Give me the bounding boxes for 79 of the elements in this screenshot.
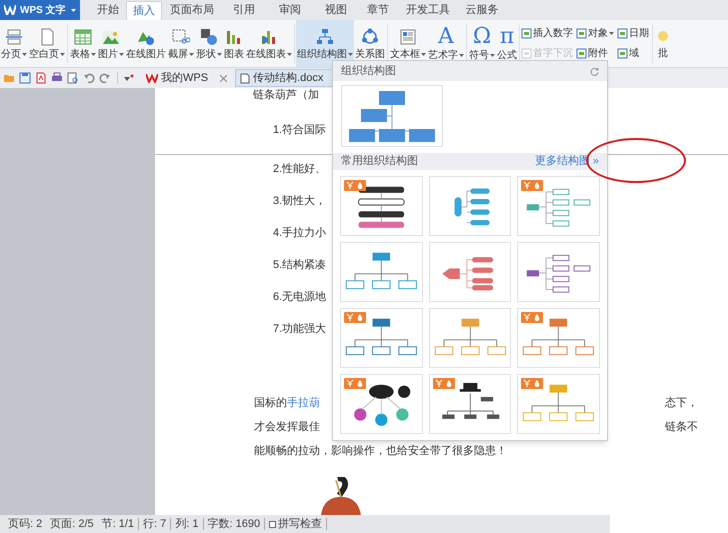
print-button[interactable] xyxy=(51,72,63,84)
logo-icon xyxy=(146,73,158,83)
logo-icon xyxy=(4,5,16,15)
status-text: 行: 7 xyxy=(142,516,168,532)
status-text: 字数: 1690 xyxy=(206,516,262,532)
ribbon-button[interactable]: 在线图表 xyxy=(245,20,293,67)
paragraph-text: 链条不 xyxy=(665,420,698,435)
ribbon-button[interactable]: 形状 xyxy=(195,20,223,67)
paragraph-text: 态下， xyxy=(665,396,698,411)
ribbon-button[interactable]: 图表 xyxy=(223,20,245,67)
ribbon-button[interactable]: 空白页 xyxy=(28,20,66,67)
spell-check-toggle[interactable]: 拼写检查 xyxy=(265,516,326,532)
redo-button[interactable] xyxy=(99,72,111,84)
ribbon-button[interactable]: 在线图片 xyxy=(125,20,167,67)
symbol-icon: Ω xyxy=(472,26,492,46)
menu-tab[interactable]: 引用 xyxy=(222,1,266,20)
document-icon xyxy=(240,72,250,84)
circle-nodes-icon xyxy=(361,28,379,46)
menu-tab[interactable]: 审阅 xyxy=(266,1,314,20)
shapes-icon xyxy=(200,28,218,46)
ribbon-button[interactable]: Ω 符号 xyxy=(468,20,496,67)
status-text: 节: 1/1 xyxy=(100,516,136,532)
ribbon-small-button[interactable]: 对象 xyxy=(576,26,614,42)
save-button[interactable] xyxy=(19,72,31,84)
status-text: 页码: 2 xyxy=(7,516,44,532)
ribbon-button[interactable]: 表格 xyxy=(69,20,97,67)
document-icon xyxy=(617,28,628,40)
menu-tab[interactable]: 开始 xyxy=(90,1,126,20)
close-button[interactable] xyxy=(220,74,228,82)
refresh-button[interactable] xyxy=(590,66,599,76)
list-item: 2.性能好、 xyxy=(273,162,326,177)
menu-tab[interactable]: 章节 xyxy=(358,1,398,20)
ribbon-button[interactable]: 图片 xyxy=(97,20,125,67)
section-title: 常用组织结构图 xyxy=(341,154,418,170)
document-icon xyxy=(617,48,628,59)
table-icon xyxy=(74,28,92,46)
ribbon-button[interactable]: A 艺术字 xyxy=(427,20,465,67)
list-item: 3.韧性大， xyxy=(273,194,326,209)
ribbon-button[interactable]: 截屏 xyxy=(167,20,195,67)
menu-tab[interactable]: 云服务 xyxy=(458,1,506,20)
pdf-button[interactable] xyxy=(35,72,47,84)
undo-button[interactable] xyxy=(83,72,95,84)
org-chart-icon xyxy=(316,28,334,46)
screenshot-icon xyxy=(172,28,190,46)
ribbon-button[interactable]: π 公式 xyxy=(496,20,518,67)
list-item: 5.结构紧凑 xyxy=(273,258,326,273)
text-link[interactable]: 手拉葫 xyxy=(287,394,320,411)
menu-tab[interactable]: 页面布局 xyxy=(162,1,222,20)
ribbon-button[interactable]: 批 xyxy=(656,20,670,67)
paragraph-text: 能顺畅的拉动，影响操作，也给安全带了很多隐患！ xyxy=(254,444,507,459)
page-break-icon xyxy=(5,28,23,46)
list-item: 6.无电源地 xyxy=(273,290,326,305)
symbol-icon: π xyxy=(500,26,514,46)
document-icon xyxy=(576,28,587,40)
menu-tab[interactable]: 插入 xyxy=(126,1,162,20)
ribbon-button[interactable]: 分页 xyxy=(0,20,28,67)
customize-button[interactable] xyxy=(124,74,134,82)
status-text: 页面: 2/5 xyxy=(49,516,95,532)
document-icon xyxy=(521,28,532,40)
paragraph-text: 国标的 xyxy=(254,396,287,411)
symbol-icon: A xyxy=(438,26,454,46)
app-menu-button[interactable]: WPS 文字 xyxy=(0,0,80,20)
paragraph-text: 才会发挥最佳 xyxy=(254,420,320,435)
menu-tab[interactable]: 开发工具 xyxy=(398,1,458,20)
ribbon-small-button[interactable]: 域 xyxy=(617,46,649,61)
status-text: 列: 1 xyxy=(174,516,200,532)
print-preview-button[interactable] xyxy=(67,72,79,84)
text-box-icon xyxy=(399,28,417,46)
folder-button[interactable] xyxy=(3,72,15,84)
ribbon-small-button[interactable]: 日期 xyxy=(617,26,649,42)
document-text: 链条葫芦（加 xyxy=(253,88,319,102)
caret-icon xyxy=(71,8,76,12)
menu-tab[interactable]: 视图 xyxy=(314,1,358,20)
list-item: 4.手拉力小 xyxy=(273,226,326,241)
list-item: 1.符合国际 xyxy=(273,123,326,138)
document-tab[interactable]: 我的WPS xyxy=(142,69,212,87)
ribbon-small-button[interactable]: 插入数字 xyxy=(521,26,573,42)
list-item: 7.功能强大 xyxy=(273,322,326,337)
template-thumbnail[interactable] xyxy=(341,85,443,147)
